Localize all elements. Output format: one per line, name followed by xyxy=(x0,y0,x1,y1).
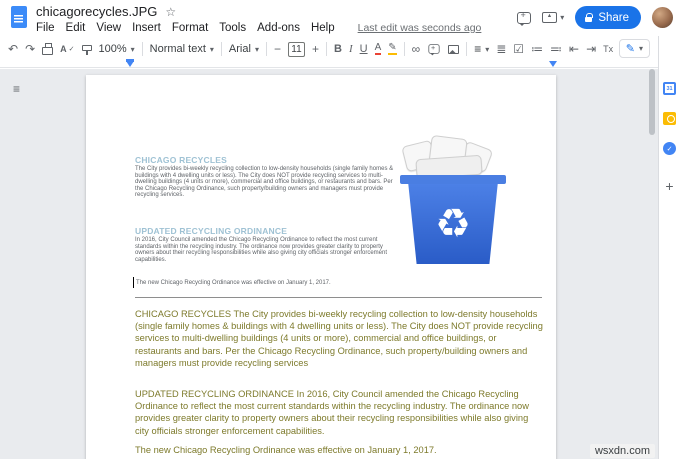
toolbar-separator xyxy=(266,42,267,56)
toolbar-separator xyxy=(326,42,327,56)
chevron-down-icon: ▾ xyxy=(639,44,643,53)
paint-roller-icon xyxy=(82,45,92,51)
star-icon[interactable]: ☆ xyxy=(165,5,176,19)
menu-insert[interactable]: Insert xyxy=(132,22,161,34)
align-left-icon: ≡ xyxy=(474,42,481,56)
menu-addons[interactable]: Add-ons xyxy=(257,22,300,34)
header-actions: ▾ Share xyxy=(517,6,673,29)
menu-file[interactable]: File xyxy=(36,22,55,34)
recycle-bin-image: ♻ xyxy=(398,139,508,265)
ruler[interactable] xyxy=(0,60,658,68)
comment-icon xyxy=(429,44,440,54)
lock-icon xyxy=(585,17,592,22)
increase-font-size-button[interactable]: + xyxy=(312,42,319,56)
font-select[interactable]: Arial▾ xyxy=(229,43,259,55)
header: chicagorecycles.JPG ☆ File Edit View Ins… xyxy=(36,4,481,34)
right-indent-marker[interactable] xyxy=(549,61,557,67)
flyer-effective-line[interactable]: The new Chicago Recycling Ordinance was … xyxy=(136,280,331,286)
editing-mode-button[interactable]: ✎ ▾ xyxy=(619,39,650,58)
italic-button[interactable]: I xyxy=(349,43,353,55)
flyer-heading-1: CHICAGO RECYCLES xyxy=(135,155,227,165)
underline-button[interactable]: U xyxy=(360,43,368,55)
side-panel: 31 ✓ + xyxy=(658,36,680,459)
paragraph-style-select[interactable]: Normal text▾ xyxy=(150,43,214,55)
line-spacing-button[interactable]: ≣ xyxy=(496,42,506,56)
decrease-indent-button[interactable]: ⇤ xyxy=(569,42,579,56)
calendar-icon[interactable]: 31 xyxy=(663,82,676,95)
bulleted-list-button[interactable]: ≔ xyxy=(531,42,543,56)
document-title[interactable]: chicagorecycles.JPG xyxy=(36,4,157,19)
text-cursor xyxy=(133,277,134,288)
font-size-input[interactable]: 11 xyxy=(288,42,305,57)
bin-rim xyxy=(400,175,506,184)
numbered-list-button[interactable]: ≕ xyxy=(550,42,562,56)
ocr-paragraph-3[interactable]: The new Chicago Recycling Ordinance was … xyxy=(135,444,543,456)
insert-image-button[interactable] xyxy=(448,45,459,54)
decrease-font-size-button[interactable]: − xyxy=(274,42,281,56)
menu-bar: File Edit View Insert Format Tools Add-o… xyxy=(36,22,481,34)
bin-body: ♻ xyxy=(401,184,505,264)
bold-button[interactable]: B xyxy=(334,43,342,55)
present-button[interactable]: ▾ xyxy=(542,12,564,23)
flyer-paragraph-2: In 2016, City Council amended the Chicag… xyxy=(135,237,399,263)
last-edit-link[interactable]: Last edit was seconds ago xyxy=(358,22,482,34)
pen-icon: ✎ xyxy=(626,42,635,55)
share-button[interactable]: Share xyxy=(575,6,641,29)
menu-format[interactable]: Format xyxy=(172,22,208,34)
docs-logo-icon[interactable] xyxy=(11,6,27,28)
share-label: Share xyxy=(598,12,629,24)
toolbar: ↶ ↷ A✓ 100%▾ Normal text▾ Arial▾ − 11 + … xyxy=(8,38,613,60)
toolbar-right: ✎ ▾ xyxy=(619,39,650,58)
paint-format-button[interactable] xyxy=(82,48,92,51)
chevron-down-icon: ▾ xyxy=(210,45,214,54)
document-area: ≡ CHICAGO RECYCLES The City provides bi-… xyxy=(0,69,658,459)
flyer-paragraph-1: The City provides bi-weekly recycling co… xyxy=(135,166,399,199)
google-docs-app: chicagorecycles.JPG ☆ File Edit View Ins… xyxy=(0,0,680,459)
watermark: wsxdn.com xyxy=(590,444,655,458)
avatar[interactable] xyxy=(652,7,673,28)
menu-view[interactable]: View xyxy=(96,22,121,34)
menu-edit[interactable]: Edit xyxy=(66,22,86,34)
chevron-down-icon: ▾ xyxy=(255,45,259,54)
redo-button[interactable]: ↷ xyxy=(25,42,35,56)
chevron-down-icon: ▾ xyxy=(131,45,135,54)
highlight-color-button[interactable]: ✎ xyxy=(388,43,396,55)
horizontal-rule xyxy=(135,297,542,298)
toolbar-separator xyxy=(404,42,405,56)
menu-help[interactable]: Help xyxy=(311,22,335,34)
spellcheck-button[interactable]: A✓ xyxy=(60,44,74,54)
toolbar-separator xyxy=(221,42,222,56)
image-icon xyxy=(448,45,459,54)
increase-indent-button[interactable]: ⇥ xyxy=(586,42,596,56)
document-outline-icon[interactable]: ≡ xyxy=(13,82,20,96)
left-indent-marker[interactable] xyxy=(126,61,134,67)
align-button[interactable]: ≡ ▾ xyxy=(474,42,489,56)
ocr-paragraph-1[interactable]: CHICAGO RECYCLES The City provides bi-we… xyxy=(135,308,543,369)
toolbar-separator xyxy=(466,42,467,56)
insert-link-button[interactable]: ∞ xyxy=(412,42,421,56)
document-page[interactable]: CHICAGO RECYCLES The City provides bi-we… xyxy=(86,75,556,459)
print-button[interactable] xyxy=(42,44,53,55)
text-color-button[interactable]: A xyxy=(375,43,382,55)
recycle-symbol-icon: ♻ xyxy=(435,204,471,244)
add-comment-button[interactable] xyxy=(427,43,441,55)
checklist-button[interactable]: ☑ xyxy=(513,42,524,56)
tasks-icon[interactable]: ✓ xyxy=(663,142,676,155)
present-icon xyxy=(542,12,557,23)
comment-history-icon[interactable] xyxy=(517,12,531,24)
zoom-select[interactable]: 100%▾ xyxy=(99,43,135,55)
keep-icon[interactable] xyxy=(663,112,676,125)
undo-button[interactable]: ↶ xyxy=(8,42,18,56)
printer-icon xyxy=(42,47,53,55)
flyer-heading-2: UPDATED RECYCLING ORDINANCE xyxy=(135,226,287,236)
toolbar-separator xyxy=(142,42,143,56)
ocr-paragraph-2[interactable]: UPDATED RECYCLING ORDINANCE In 2016, Cit… xyxy=(135,388,543,437)
menu-tools[interactable]: Tools xyxy=(219,22,246,34)
clear-formatting-button[interactable]: Tx xyxy=(603,44,613,54)
chevron-down-icon: ▾ xyxy=(485,45,489,54)
vertical-scrollbar[interactable] xyxy=(649,69,655,135)
get-addons-button[interactable]: + xyxy=(665,178,673,194)
chevron-down-icon: ▾ xyxy=(560,13,564,22)
